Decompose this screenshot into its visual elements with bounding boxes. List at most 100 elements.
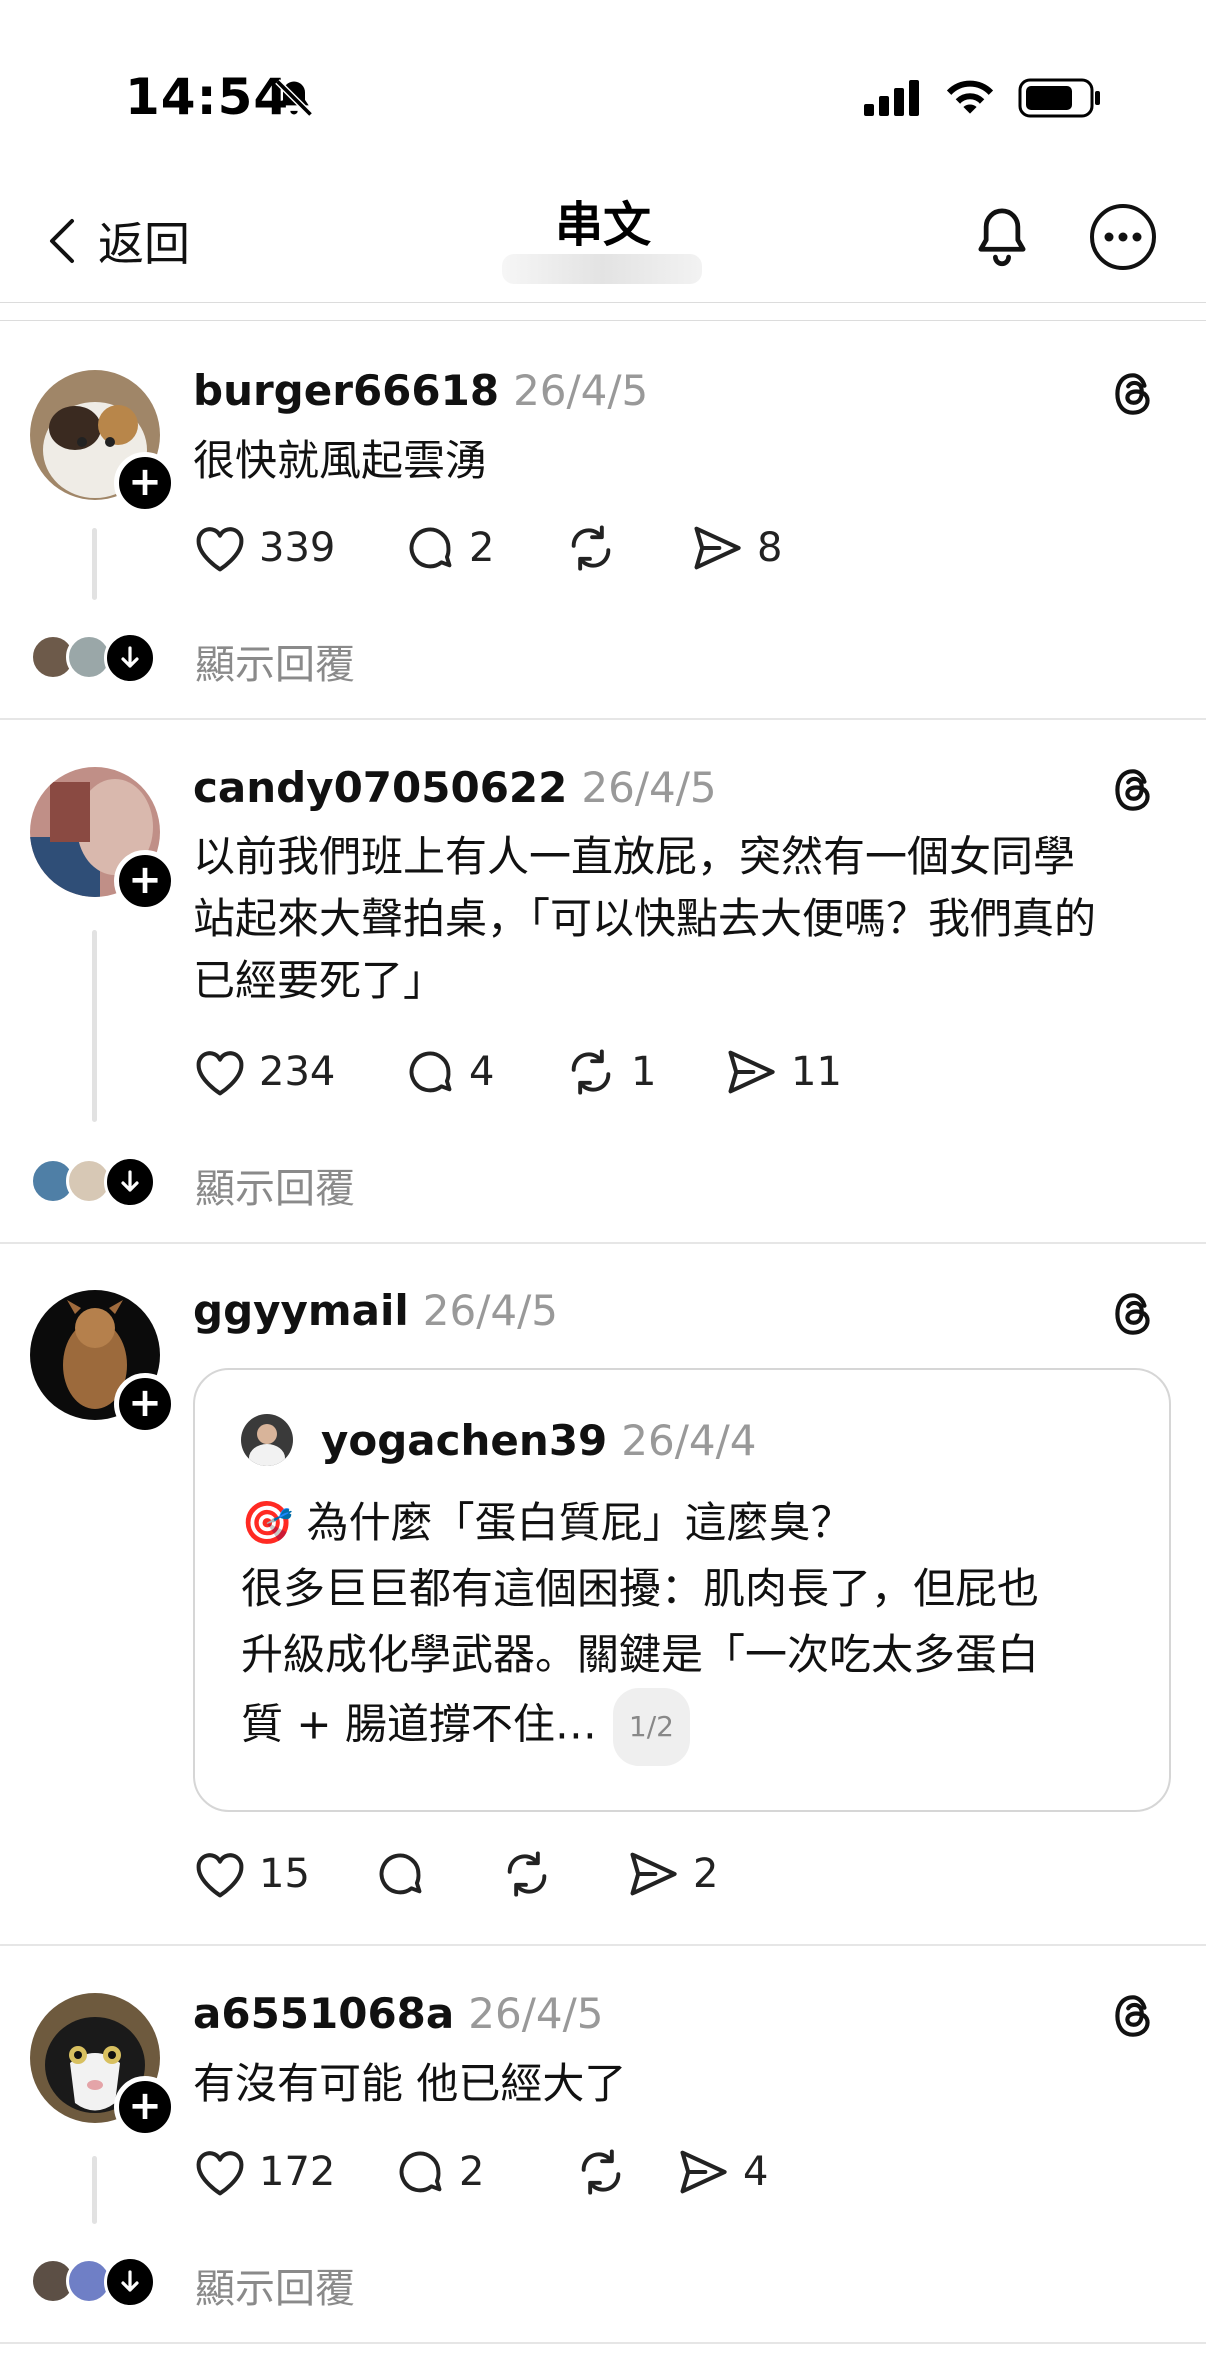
- reply-avatars[interactable]: [30, 2256, 160, 2308]
- thread-line: [92, 930, 97, 1122]
- show-replies-link[interactable]: 顯示回覆: [195, 632, 355, 690]
- post-header: ggyymail 26/4/5: [193, 1286, 558, 1335]
- comment-count: 2: [459, 2149, 485, 2195]
- share-count: 2: [693, 1851, 719, 1897]
- comment-icon: [409, 527, 452, 569]
- target-dart-emoji: 🎯: [241, 1498, 294, 1547]
- like-button[interactable]: 234: [193, 1047, 403, 1097]
- share-icon: [630, 1852, 677, 1896]
- quoted-post-card[interactable]: yogachen39 26/4/4 🎯 為什麼「蛋白質屁」這麼臭？ 很多巨巨都有這…: [193, 1368, 1171, 1812]
- down-arrow-icon: [104, 2256, 156, 2308]
- username[interactable]: candy07050622: [193, 763, 567, 812]
- username[interactable]: a6551068a: [193, 1989, 454, 2038]
- follow-plus-icon[interactable]: +: [114, 850, 176, 912]
- post-divider: [0, 1242, 1206, 1244]
- share-count: 4: [743, 2149, 769, 2195]
- repost-icon: [571, 1049, 611, 1095]
- username[interactable]: ggyymail: [193, 1286, 409, 1335]
- post-text-line: 以前我們班上有人一直放屁，突然有一個女同學: [193, 832, 1076, 881]
- post-header: a6551068a 26/4/5: [193, 1989, 603, 2038]
- repost-button[interactable]: [499, 1848, 625, 1900]
- quoted-post-text: 🎯 為什麼「蛋白質屁」這麼臭？ 很多巨巨都有這個困擾：肌肉長了，但屁也 升級成化…: [241, 1490, 1121, 1766]
- page-indicator: 1/2: [612, 1688, 690, 1766]
- repost-button[interactable]: [573, 2146, 675, 2198]
- like-count: 172: [259, 2149, 336, 2195]
- like-count: 339: [259, 525, 336, 571]
- repost-icon: [581, 2149, 621, 2195]
- heart-icon: [196, 1853, 244, 1898]
- username[interactable]: burger66618: [193, 366, 499, 415]
- post-actions: 172 2 4: [193, 2146, 768, 2198]
- quoted-text-line: 🎯 為什麼「蛋白質屁」這麼臭？: [241, 1498, 853, 1547]
- share-icon: [728, 1050, 775, 1094]
- thread-line: [92, 528, 97, 600]
- post-header: candy07050622 26/4/5: [193, 763, 717, 812]
- share-icon: [694, 526, 741, 570]
- quoted-text-line: 升級成化學武器。關鍵是「一次吃太多蛋白: [241, 1630, 1040, 1679]
- comment-button[interactable]: 4: [403, 1046, 563, 1098]
- repost-icon: [571, 525, 611, 571]
- share-button[interactable]: 4: [675, 2147, 768, 2197]
- threads-logo-icon[interactable]: [1108, 1288, 1158, 1340]
- battery-icon: [1018, 78, 1102, 118]
- comment-button[interactable]: 2: [403, 522, 563, 574]
- post-date: 26/4/5: [422, 1286, 558, 1335]
- repost-button[interactable]: 1: [563, 1046, 723, 1098]
- post-text: 有沒有可能 他已經大了: [193, 2059, 627, 2108]
- show-replies-link[interactable]: 顯示回覆: [195, 2256, 355, 2314]
- post-divider: [0, 718, 1206, 720]
- post-actions: 339 2 8: [193, 522, 782, 574]
- post-divider: [0, 1944, 1206, 1946]
- post-text: 很快就風起雲湧: [193, 436, 488, 485]
- like-button[interactable]: 172: [193, 2147, 393, 2197]
- share-button[interactable]: 2: [625, 1849, 718, 1899]
- header-divider: [0, 320, 1206, 321]
- avatar[interactable]: [241, 1414, 293, 1466]
- repost-button[interactable]: [563, 522, 689, 574]
- down-arrow-icon: [104, 1156, 156, 1208]
- show-replies-link[interactable]: 顯示回覆: [195, 1156, 355, 1214]
- bell-icon[interactable]: [970, 203, 1034, 269]
- follow-plus-icon[interactable]: +: [114, 452, 176, 514]
- down-arrow-icon: [104, 632, 156, 684]
- repost-count: 1: [631, 1049, 657, 1095]
- like-count: 15: [259, 1851, 310, 1897]
- heart-icon: [196, 1051, 244, 1096]
- post-date: 26/4/5: [513, 366, 649, 415]
- threads-logo-icon[interactable]: [1108, 368, 1158, 420]
- like-button[interactable]: 15: [193, 1849, 373, 1899]
- comment-count: 2: [469, 525, 495, 571]
- comment-button[interactable]: 2: [393, 2146, 573, 2198]
- status-time: 14:54: [125, 68, 290, 126]
- threads-logo-icon[interactable]: [1108, 1990, 1158, 2042]
- post-header: burger66618 26/4/5: [193, 366, 648, 415]
- reply-avatars[interactable]: [30, 632, 160, 684]
- post-date: 26/4/4: [621, 1416, 757, 1465]
- share-count: 8: [757, 525, 783, 571]
- share-button[interactable]: 11: [723, 1047, 842, 1097]
- like-button[interactable]: 339: [193, 523, 403, 573]
- like-count: 234: [259, 1049, 336, 1095]
- share-icon: [680, 2150, 727, 2194]
- quoted-text-line: 質 + 腸道撐不住… 1/2: [241, 1688, 1121, 1766]
- post-text-line: 已經要死了」: [193, 956, 446, 1005]
- post-actions: 15 2: [193, 1848, 718, 1900]
- comment-icon: [409, 1051, 452, 1093]
- quoted-post-header: yogachen39 26/4/4: [321, 1416, 756, 1465]
- share-button[interactable]: 8: [689, 523, 782, 573]
- comment-count: 4: [469, 1049, 495, 1095]
- quoted-text-line: 很多巨巨都有這個困擾：肌肉長了，但屁也: [241, 1564, 1040, 1613]
- heart-icon: [196, 2151, 244, 2196]
- reply-avatars[interactable]: [30, 1156, 160, 1208]
- follow-plus-icon[interactable]: +: [114, 1373, 176, 1435]
- threads-logo-icon[interactable]: [1108, 764, 1158, 816]
- header-divider: [0, 302, 1206, 303]
- post-date: 26/4/5: [468, 1989, 604, 2038]
- comment-button[interactable]: [373, 1848, 499, 1900]
- username[interactable]: yogachen39: [321, 1416, 607, 1465]
- more-icon[interactable]: [1088, 202, 1158, 272]
- wifi-icon: [943, 74, 997, 118]
- follow-plus-icon[interactable]: +: [114, 2076, 176, 2138]
- post-divider: [0, 2342, 1206, 2344]
- subtitle-placeholder: [502, 254, 702, 284]
